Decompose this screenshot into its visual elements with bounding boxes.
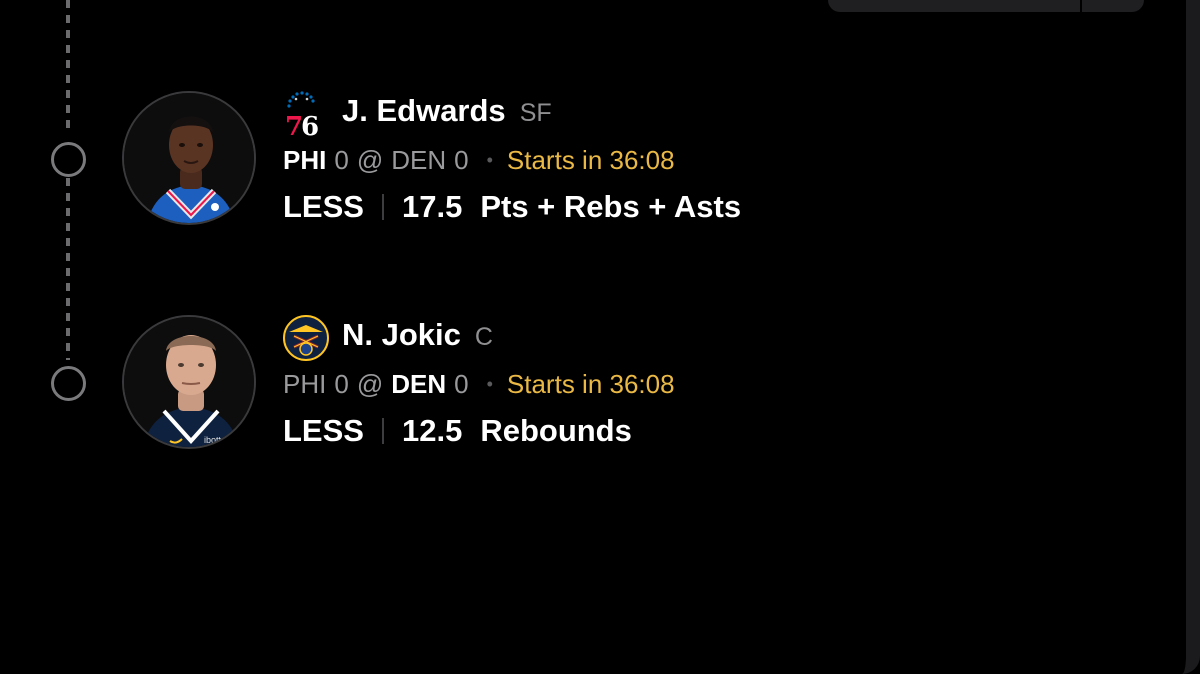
game-info: PHI 0 @ DEN 0 • Starts in 36:08 (283, 145, 675, 176)
pick-direction: LESS (283, 413, 364, 448)
game-start-countdown: Starts in 36:08 (506, 145, 675, 175)
game-info: PHI 0 @ DEN 0 • Starts in 36:08 (283, 369, 675, 400)
player-position: C (474, 323, 493, 351)
timeline-node (51, 366, 86, 401)
home-score: 0 (454, 145, 469, 175)
line-divider (381, 418, 384, 444)
player-headshot-image: ibotta (124, 317, 254, 447)
away-team: PHI (283, 145, 327, 175)
player-position: SF (519, 99, 552, 127)
separator-dot: • (486, 374, 493, 394)
game-start-countdown: Starts in 36:08 (506, 369, 675, 399)
home-team: DEN (391, 145, 447, 175)
away-team: PHI (283, 369, 327, 399)
nuggets-logo-icon (283, 315, 329, 361)
at-symbol: @ (356, 369, 384, 399)
projection-line: LESS 12.5 Rebounds (283, 413, 632, 449)
pick-card[interactable]: 7 6 J. Edwards SF PHI 0 @ DEN 0 • Starts… (120, 91, 1020, 227)
player-headshot-image (124, 93, 254, 223)
timeline-dashed-line (66, 178, 70, 360)
pick-card[interactable]: ibotta N. Jokic C PHI 0 @ DEN 0 • Starts… (120, 315, 1020, 451)
line-value: 12.5 (401, 413, 463, 448)
pick-direction: LESS (283, 189, 364, 224)
projection-line: LESS 17.5 Pts + Rebs + Asts (283, 189, 741, 225)
line-divider (381, 194, 384, 220)
pick-timeline (0, 0, 120, 674)
at-symbol: @ (356, 145, 384, 175)
player-avatar (122, 91, 256, 225)
svg-text:6: 6 (301, 112, 319, 137)
timeline-dashed-line (66, 0, 70, 132)
player-name-row: J. Edwards SF (342, 93, 552, 133)
away-score: 0 (334, 145, 349, 175)
home-score: 0 (454, 369, 469, 399)
svg-text:ibotta: ibotta (204, 435, 226, 445)
app-frame: 7 6 J. Edwards SF PHI 0 @ DEN 0 • Starts… (0, 0, 1200, 674)
home-team: DEN (391, 369, 447, 399)
player-name[interactable]: J. Edwards (342, 93, 506, 129)
stat-type: Pts + Rebs + Asts (480, 189, 742, 224)
player-avatar: ibotta (122, 315, 256, 449)
stat-type: Rebounds (480, 413, 632, 448)
away-score: 0 (334, 369, 349, 399)
player-name-row: N. Jokic C (342, 317, 493, 357)
timeline-node (51, 142, 86, 177)
separator-dot: • (486, 150, 493, 170)
top-tab-bar[interactable] (828, 0, 1144, 12)
tab-divider (1080, 0, 1082, 12)
line-value: 17.5 (401, 189, 463, 224)
sixers-76-logo-icon: 7 6 (283, 91, 329, 142)
player-name[interactable]: N. Jokic (342, 317, 461, 353)
